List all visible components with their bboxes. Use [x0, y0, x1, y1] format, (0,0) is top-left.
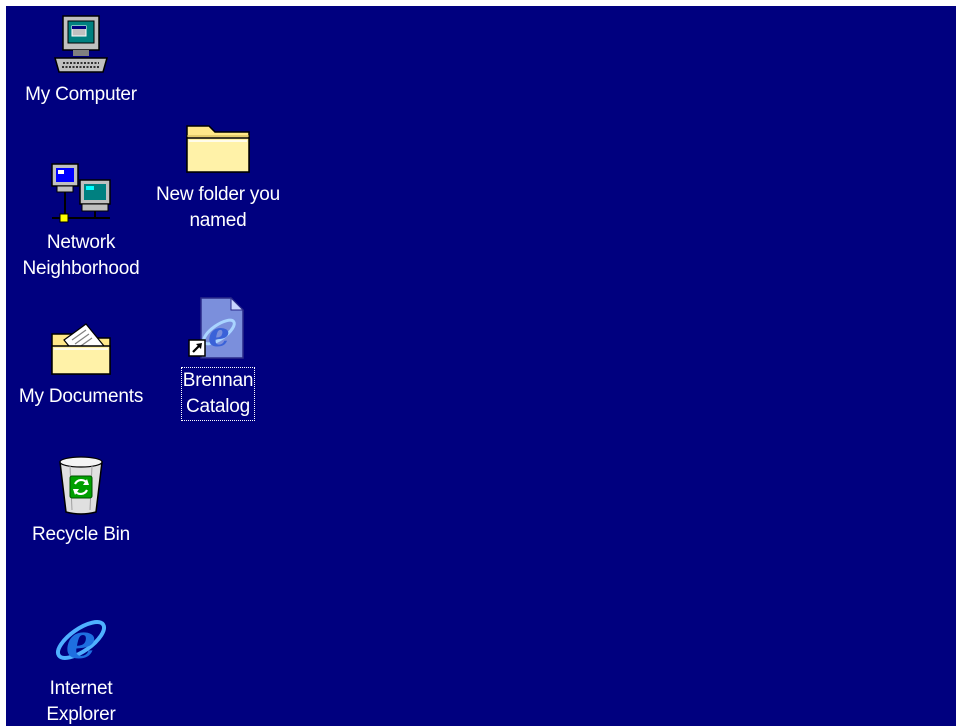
- new-folder-desktop-icon[interactable]: New folder you named: [143, 110, 293, 234]
- svg-text:e: e: [66, 614, 97, 670]
- network-icon: [48, 158, 114, 224]
- brennan-catalog-desktop-icon[interactable]: e Brennan Catalog: [143, 296, 293, 421]
- my-computer-desktop-icon[interactable]: My Computer: [6, 10, 156, 108]
- my-documents-label: My Documents: [18, 386, 144, 407]
- computer-icon: [48, 10, 114, 76]
- recycle-bin-icon: [48, 450, 114, 516]
- internet-explorer-icon: e: [48, 604, 114, 670]
- recycle-bin-label: Recycle Bin: [31, 524, 131, 545]
- internet-explorer-label: Internet Explorer: [46, 678, 116, 725]
- documents-folder-icon: [48, 312, 114, 378]
- network-neighborhood-label: Network Neighborhood: [22, 232, 140, 279]
- desktop[interactable]: My Computer Network Neighborhood My Docu…: [6, 6, 956, 726]
- internet-explorer-desktop-icon[interactable]: e Internet Explorer: [6, 604, 156, 726]
- network-neighborhood-desktop-icon[interactable]: Network Neighborhood: [6, 158, 156, 282]
- my-documents-desktop-icon[interactable]: My Documents: [6, 312, 156, 410]
- brennan-catalog-label: Brennan Catalog: [180, 367, 256, 421]
- my-computer-label: My Computer: [25, 84, 137, 105]
- recycle-bin-desktop-icon[interactable]: Recycle Bin: [6, 450, 156, 548]
- svg-text:e: e: [208, 315, 230, 355]
- ie-shortcut-icon: e: [185, 296, 251, 362]
- folder-icon: [185, 110, 251, 176]
- new-folder-label: New folder you named: [156, 184, 280, 231]
